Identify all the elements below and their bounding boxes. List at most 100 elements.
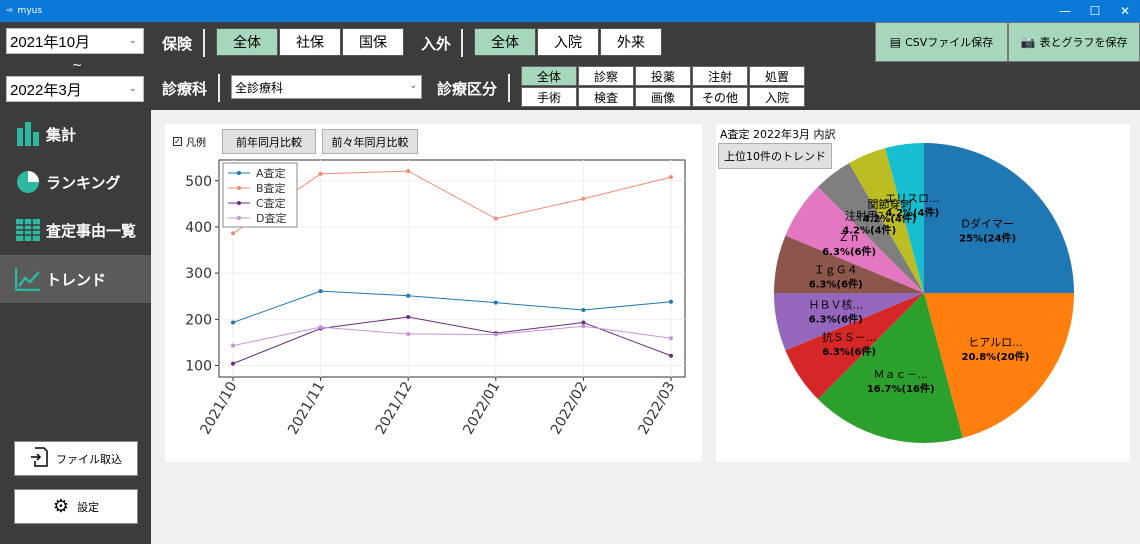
- legend-box: [222, 162, 298, 228]
- slice-value: 4.2%(4件): [842, 224, 896, 237]
- category-option[interactable]: 手術: [521, 87, 577, 107]
- import-icon: [30, 447, 48, 470]
- gear-icon: ⚙: [52, 496, 70, 517]
- department-value: 全診療科: [235, 80, 284, 95]
- category-option[interactable]: その他: [692, 87, 748, 107]
- slice-count: 6件: [841, 313, 858, 326]
- data-point: [318, 289, 323, 294]
- slice-count: 24件: [988, 231, 1012, 244]
- insurance-option[interactable]: 国保: [342, 28, 404, 56]
- legend-label: C査定: [256, 196, 286, 210]
- slice-count: 16件: [906, 382, 930, 395]
- settings-label: 設定: [77, 500, 100, 514]
- slice-label: ＩｇＧ４: [814, 263, 858, 276]
- legend-label: D査定: [256, 211, 286, 225]
- chevron-down-icon: ⌄: [409, 81, 417, 91]
- nav-item-summary[interactable]: 集計: [0, 110, 151, 158]
- settings-button[interactable]: ⚙ 設定: [14, 489, 138, 524]
- data-point: [581, 308, 586, 313]
- slice-percent: 6.3%: [822, 247, 850, 258]
- filter-toolbar: 2021年10月 ⌄ ~ 2022年3月 ⌄ 保険 全体 社保 国保 入外 全体 入院…: [0, 22, 1140, 110]
- slice-value: 20.8%(20件): [962, 350, 1030, 363]
- category-option[interactable]: 診察: [578, 66, 634, 86]
- data-point: [231, 343, 235, 348]
- slice-value: 25%(24件): [959, 231, 1016, 244]
- y-tick-label: 500: [185, 174, 212, 190]
- insurance-option[interactable]: 社保: [279, 28, 341, 56]
- checkbox-icon: ✓: [173, 137, 182, 146]
- data-point: [581, 196, 586, 201]
- end-month-value: 2022年3月: [10, 81, 82, 99]
- slice-percent: 6.3%: [822, 347, 850, 358]
- nav-item-trend[interactable]: トレンド: [0, 255, 151, 303]
- app-icon: ➾: [6, 6, 14, 16]
- paren: ): [858, 279, 863, 290]
- csv-save-button[interactable]: ▤ CSVファイル保存: [875, 22, 1008, 62]
- data-point: [669, 299, 673, 304]
- end-month-select[interactable]: 2022年3月 ⌄: [6, 76, 144, 102]
- slice-count: 6件: [855, 345, 872, 358]
- top10-trend-button[interactable]: 上位10件のトレンド: [718, 143, 832, 169]
- data-point: [231, 320, 235, 325]
- paren: ): [892, 226, 897, 237]
- slice-count: 4件: [918, 206, 935, 219]
- category-option[interactable]: 投薬: [635, 66, 691, 86]
- legend-toggle-label: 凡例: [186, 138, 206, 149]
- divider: [461, 29, 463, 57]
- department-select[interactable]: 全診療科 ⌄: [231, 75, 422, 99]
- category-option[interactable]: 画像: [635, 87, 691, 107]
- nav-item-reasons[interactable]: 査定事由一覧: [0, 206, 151, 254]
- inout-toggle-group: 全体 入院 外来: [474, 28, 663, 56]
- slice-label: エリスロ...: [885, 192, 940, 205]
- slice-percent: 20.8%: [962, 352, 997, 363]
- nav-item-ranking[interactable]: ランキング: [0, 158, 151, 206]
- slice-percent: 6.3%: [809, 279, 837, 290]
- slice-value: 6.3%(6件): [809, 313, 863, 326]
- x-tick-label: 2021/10: [198, 379, 241, 437]
- category-option[interactable]: 処置: [749, 66, 805, 86]
- minimize-button[interactable]: —: [1050, 0, 1080, 22]
- legend-label: B査定: [256, 181, 286, 195]
- category-label: 診療区分: [437, 80, 498, 98]
- category-option[interactable]: 全体: [521, 66, 577, 86]
- file-import-button[interactable]: ファイル取込: [14, 441, 138, 476]
- insurance-toggle-group: 全体 社保 国保: [216, 28, 405, 56]
- paren: ): [872, 347, 877, 358]
- legend-marker: [237, 186, 241, 190]
- start-month-select[interactable]: 2021年10月 ⌄: [6, 28, 144, 54]
- title-bar: ➾ myus — ☐ ✕: [0, 0, 1140, 22]
- series-line: [232, 170, 672, 234]
- slice-percent: 16.7%: [867, 384, 902, 395]
- data-point: [493, 332, 498, 337]
- category-option[interactable]: 入院: [749, 87, 805, 107]
- slice-value: 16.7%(16件): [867, 382, 935, 395]
- slice-percent: 4.2%: [842, 226, 870, 237]
- x-tick-label: 2021/11: [285, 379, 328, 437]
- maximize-button[interactable]: ☐: [1080, 0, 1110, 22]
- line-chart: 100 200 300 400 500 2021/10 2021/11 2021/12 2022…: [185, 159, 686, 437]
- slice-label: ヒアルロ...: [968, 336, 1022, 349]
- data-point: [581, 320, 586, 325]
- divider: [508, 74, 510, 102]
- slice-percent: 25%: [959, 233, 983, 244]
- legend-toggle[interactable]: ✓ 凡例: [173, 134, 206, 149]
- paren: ): [1012, 233, 1017, 244]
- inout-option[interactable]: 全体: [474, 28, 536, 56]
- insurance-option[interactable]: 全体: [216, 28, 278, 56]
- image-save-button[interactable]: 📷 表とグラフを保存: [1008, 22, 1140, 62]
- close-button[interactable]: ✕: [1110, 0, 1140, 22]
- category-option[interactable]: 注射: [692, 66, 748, 86]
- inout-option[interactable]: 外来: [600, 28, 662, 56]
- category-option[interactable]: 検査: [578, 87, 634, 107]
- compare-prev-year-button[interactable]: 前年同月比較: [222, 129, 316, 154]
- table-icon: [14, 217, 42, 243]
- compare-two-years-button[interactable]: 前々年同月比較: [322, 129, 418, 154]
- start-month-value: 2021年10月: [10, 33, 91, 51]
- legend-marker: [237, 216, 241, 220]
- slice-count: 20件: [1001, 350, 1025, 363]
- y-tick-label: 200: [185, 312, 212, 328]
- inout-option[interactable]: 入院: [537, 28, 599, 56]
- nav-label: ランキング: [46, 173, 121, 192]
- paren: ): [872, 247, 877, 258]
- csv-save-label: CSVファイル保存: [905, 36, 994, 49]
